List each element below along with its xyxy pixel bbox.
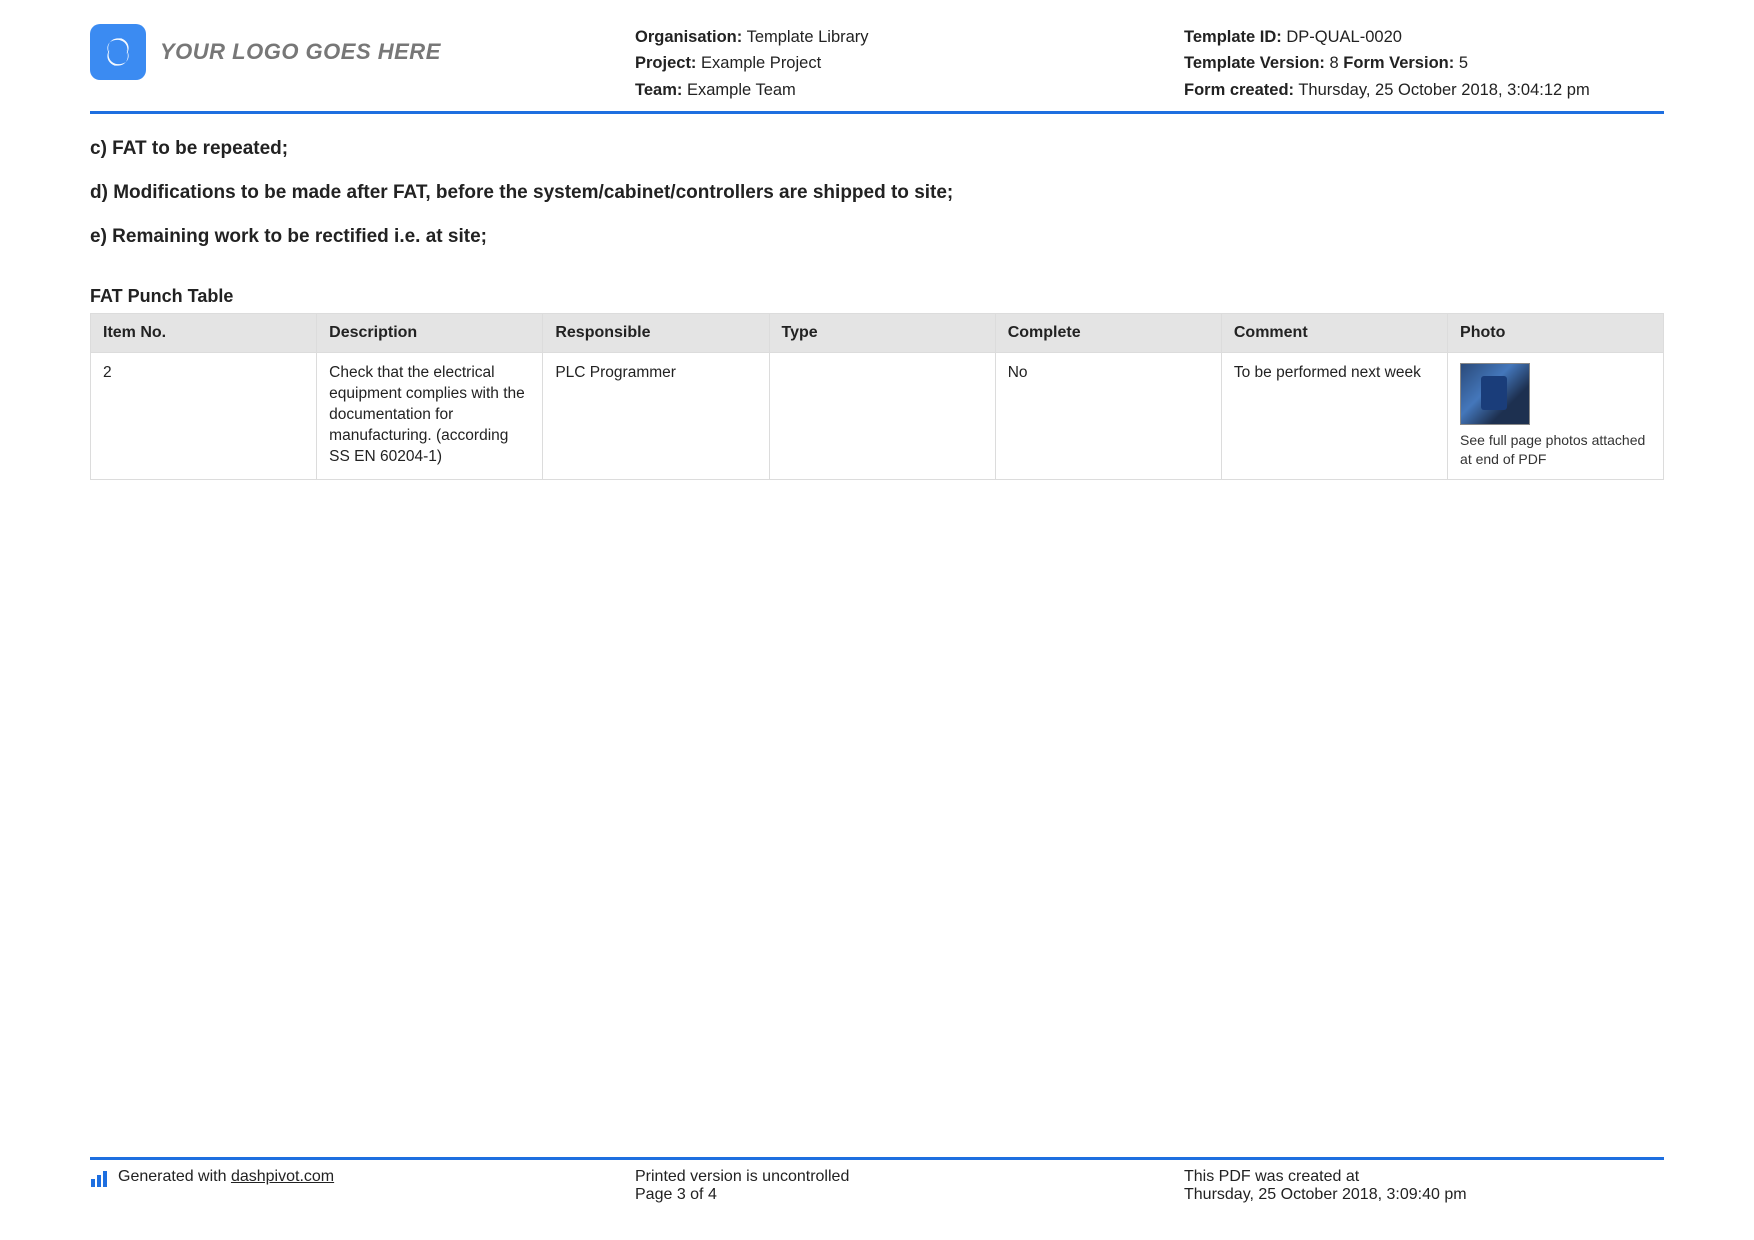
form-version-value: 5 xyxy=(1459,54,1468,72)
form-version-label: Form Version: xyxy=(1343,54,1454,72)
generated-prefix: Generated with xyxy=(118,1168,231,1185)
table-header-row: Item No. Description Responsible Type Co… xyxy=(91,314,1664,353)
bar-chart-icon xyxy=(90,1170,110,1188)
cell-complete: No xyxy=(995,353,1221,480)
note-line-d: d) Modifications to be made after FAT, b… xyxy=(90,182,1664,204)
cell-type xyxy=(769,353,995,480)
fat-punch-table: Item No. Description Responsible Type Co… xyxy=(90,313,1664,480)
team-label: Team: xyxy=(635,81,682,99)
document-footer: Generated with dashpivot.com Printed ver… xyxy=(90,1157,1664,1204)
document-content: c) FAT to be repeated; d) Modifications … xyxy=(90,114,1664,1240)
cell-comment: To be performed next week xyxy=(1221,353,1447,480)
logo-block: YOUR LOGO GOES HERE xyxy=(90,24,635,80)
col-responsible: Responsible xyxy=(543,314,769,353)
template-id-label: Template ID: xyxy=(1184,28,1282,46)
template-id-value: DP-QUAL-0020 xyxy=(1286,28,1402,46)
template-version-value: 8 xyxy=(1330,54,1339,72)
meta-right-column: Template ID: DP-QUAL-0020 Template Versi… xyxy=(1184,24,1664,103)
organisation-value: Template Library xyxy=(747,28,869,46)
team-value: Example Team xyxy=(687,81,796,99)
template-version-label: Template Version: xyxy=(1184,54,1325,72)
page-line: Page 3 of 4 xyxy=(635,1186,1184,1204)
document-header: YOUR LOGO GOES HERE Organisation: Templa… xyxy=(90,24,1664,114)
note-line-c: c) FAT to be repeated; xyxy=(90,138,1664,160)
photo-note: See full page photos attached at end of … xyxy=(1460,431,1651,469)
logo-swirl-icon xyxy=(101,35,135,69)
form-created-value: Thursday, 25 October 2018, 3:04:12 pm xyxy=(1298,81,1589,99)
photo-thumbnail-icon xyxy=(1460,363,1530,425)
printed-line: Printed version is uncontrolled xyxy=(635,1168,1184,1186)
cell-description: Check that the electrical equipment comp… xyxy=(317,353,543,480)
col-item-no: Item No. xyxy=(91,314,317,353)
cell-responsible: PLC Programmer xyxy=(543,353,769,480)
footer-left: Generated with dashpivot.com xyxy=(90,1168,635,1204)
generated-link[interactable]: dashpivot.com xyxy=(231,1168,334,1185)
col-type: Type xyxy=(769,314,995,353)
logo-icon xyxy=(90,24,146,80)
col-complete: Complete xyxy=(995,314,1221,353)
col-photo: Photo xyxy=(1448,314,1664,353)
organisation-label: Organisation: xyxy=(635,28,742,46)
col-comment: Comment xyxy=(1221,314,1447,353)
col-description: Description xyxy=(317,314,543,353)
created-value: Thursday, 25 October 2018, 3:09:40 pm xyxy=(1184,1186,1664,1204)
document-page: YOUR LOGO GOES HERE Organisation: Templa… xyxy=(0,0,1754,1240)
created-label: This PDF was created at xyxy=(1184,1168,1664,1186)
meta-center-column: Organisation: Template Library Project: … xyxy=(635,24,1184,103)
table-title: FAT Punch Table xyxy=(90,286,1664,307)
cell-photo: See full page photos attached at end of … xyxy=(1448,353,1664,480)
project-label: Project: xyxy=(635,54,696,72)
logo-text: YOUR LOGO GOES HERE xyxy=(160,39,441,65)
footer-right: This PDF was created at Thursday, 25 Oct… xyxy=(1184,1168,1664,1204)
project-value: Example Project xyxy=(701,54,821,72)
cell-item-no: 2 xyxy=(91,353,317,480)
form-created-label: Form created: xyxy=(1184,81,1294,99)
note-line-e: e) Remaining work to be rectified i.e. a… xyxy=(90,226,1664,248)
table-row: 2 Check that the electrical equipment co… xyxy=(91,353,1664,480)
footer-center: Printed version is uncontrolled Page 3 o… xyxy=(635,1168,1184,1204)
